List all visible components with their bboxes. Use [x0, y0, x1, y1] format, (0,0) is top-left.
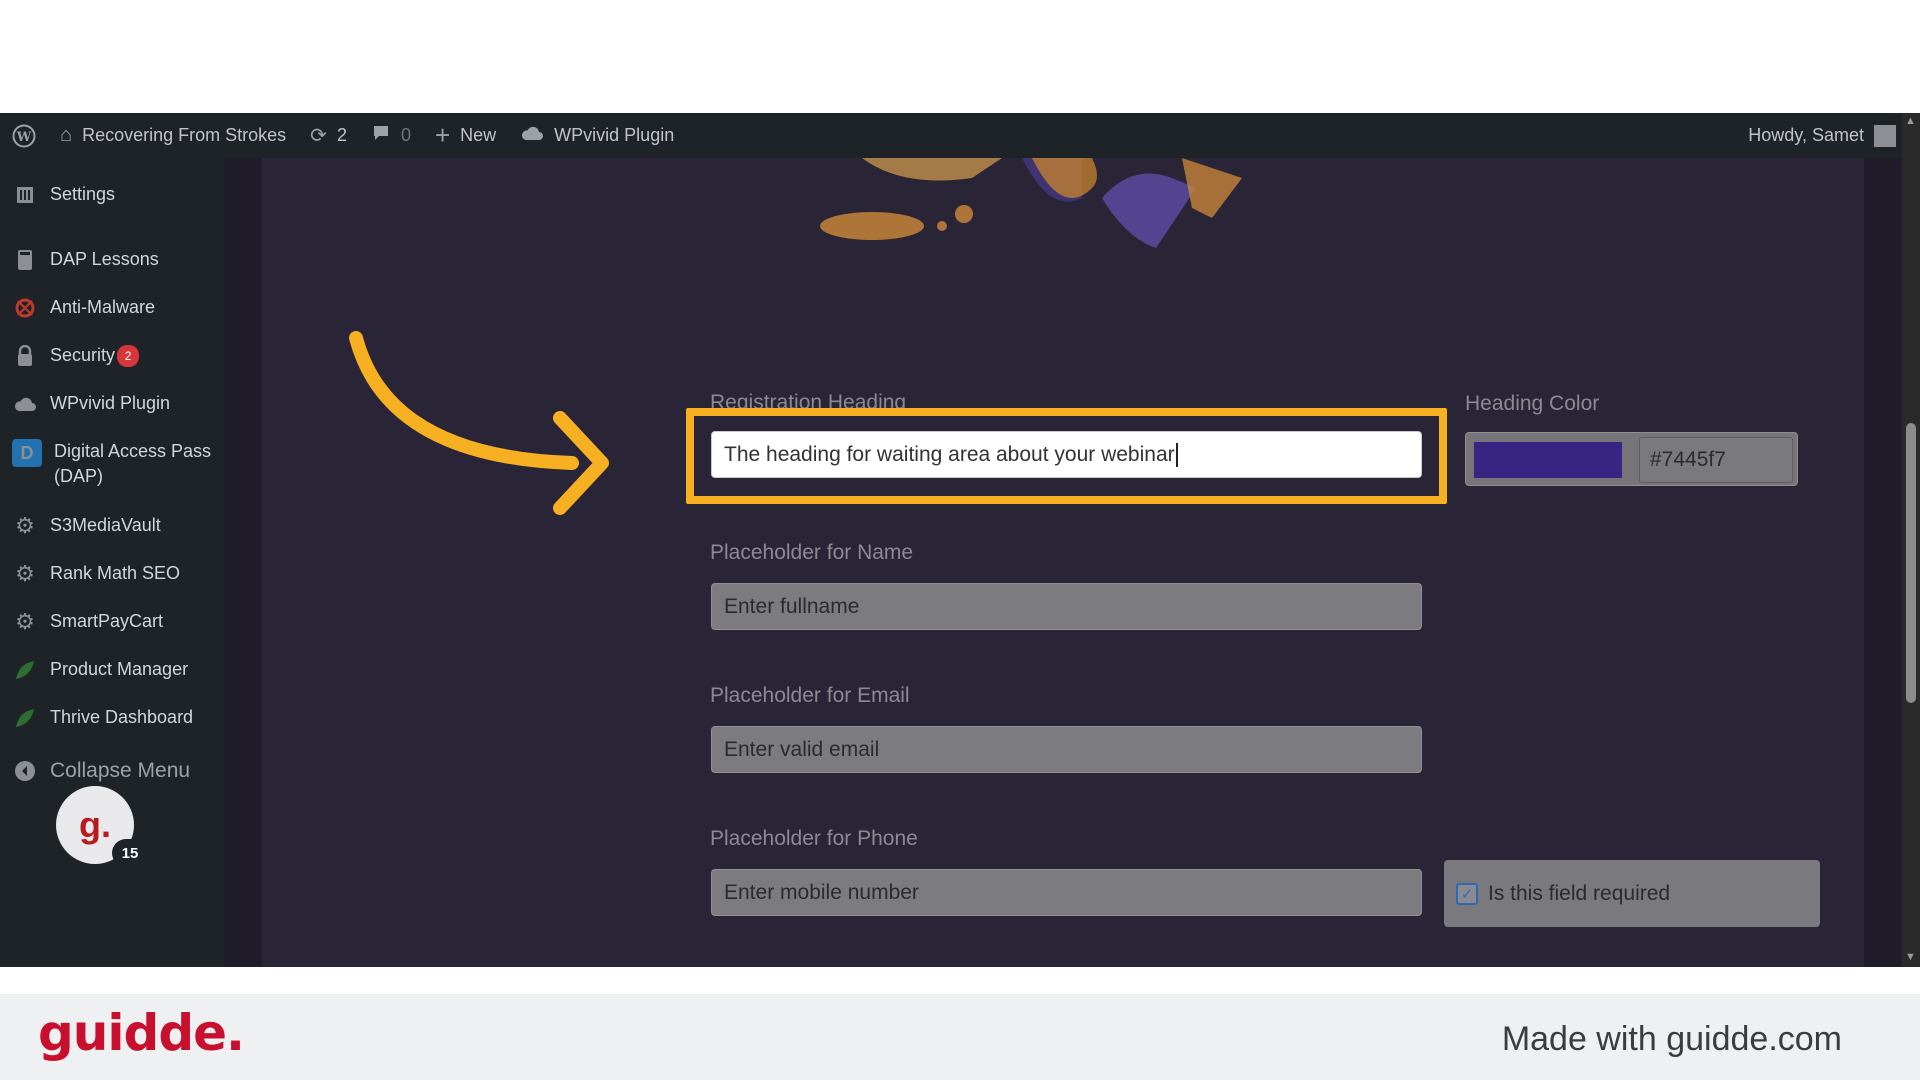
- comment-icon: [371, 123, 391, 149]
- site-name: Recovering From Strokes: [82, 125, 287, 145]
- required-checkbox-row[interactable]: ✓ Is this field required: [1444, 860, 1820, 927]
- guidde-count-badge: 15: [112, 839, 148, 867]
- color-hex-input[interactable]: #7445f7: [1639, 437, 1793, 483]
- sidebar-item-label: Anti-Malware: [50, 297, 156, 317]
- sidebar-item-label: DAP Lessons: [50, 249, 159, 269]
- highlight-box: [686, 408, 1447, 504]
- wp-admin-bar: W ⌂ Recovering From Strokes ⟳ 2 0 + New …: [0, 113, 1920, 158]
- placeholder-name-input[interactable]: Enter fullname: [711, 583, 1422, 630]
- sidebar-item-label: S3MediaVault: [50, 515, 161, 535]
- left-gutter: [224, 158, 262, 967]
- sidebar-item-rank-math[interactable]: ⚙ Rank Math SEO: [0, 561, 224, 586]
- placeholder-email-label: Placeholder for Email: [710, 684, 910, 707]
- comments-count: 0: [400, 125, 411, 145]
- comments-link[interactable]: 0: [371, 113, 411, 158]
- sidebar-item-wpvivid[interactable]: WPvivid Plugin: [0, 391, 224, 416]
- security-label: Security: [50, 345, 116, 365]
- dap-icon: D: [12, 439, 42, 467]
- illustration-image: [820, 158, 1242, 248]
- placeholder-phone-input[interactable]: Enter mobile number: [711, 869, 1422, 916]
- screen: W ⌂ Recovering From Strokes ⟳ 2 0 + New …: [0, 113, 1920, 967]
- scroll-down-icon[interactable]: ▼: [1905, 951, 1916, 963]
- home-icon: ⌂: [60, 124, 73, 146]
- dap-label-line2: (DAP): [54, 466, 103, 486]
- right-gutter: [1864, 158, 1902, 967]
- sidebar-item-smartpaycart[interactable]: ⚙ SmartPayCart: [0, 609, 224, 634]
- collapse-icon: [12, 758, 38, 783]
- howdy-text: Howdy, Samet: [1748, 125, 1864, 145]
- made-with-text: Made with guidde.com: [1501, 1020, 1842, 1058]
- sidebar-item-product-manager[interactable]: Product Manager: [0, 657, 224, 682]
- sidebar-item-label: Rank Math SEO: [50, 563, 181, 583]
- updates-link[interactable]: ⟳ 2: [310, 113, 347, 158]
- leaf-icon: [12, 705, 38, 730]
- dap-label-line1: Digital Access Pass: [54, 441, 212, 461]
- email-input-value: Enter valid email: [724, 737, 880, 761]
- heading-color-picker[interactable]: #7445f7: [1465, 432, 1798, 486]
- top-margin: [0, 0, 1920, 113]
- sidebar-cutoff: [0, 158, 224, 166]
- scroll-thumb[interactable]: [1906, 423, 1916, 703]
- wpvivid-link[interactable]: WPvivid Plugin: [520, 113, 674, 158]
- sidebar-item-thrive[interactable]: Thrive Dashboard: [0, 705, 224, 730]
- plus-icon: +: [434, 120, 451, 150]
- color-swatch[interactable]: [1474, 442, 1622, 478]
- site-name-link[interactable]: ⌂ Recovering From Strokes: [60, 113, 286, 158]
- leaf-icon: [12, 657, 38, 682]
- gear-icon: ⚙: [15, 513, 35, 538]
- settings-icon: [12, 182, 38, 207]
- updates-count: 2: [336, 125, 347, 145]
- required-label: Is this field required: [1488, 881, 1671, 905]
- user-avatar: [1874, 124, 1896, 147]
- book-icon: [12, 247, 38, 272]
- wordpress-logo-icon[interactable]: W: [0, 113, 48, 158]
- sidebar-item-anti-malware[interactable]: Anti-Malware: [0, 295, 224, 320]
- placeholder-name-label: Placeholder for Name: [710, 541, 914, 564]
- placeholder-email-input[interactable]: Enter valid email: [711, 726, 1422, 773]
- placeholder-phone-label: Placeholder for Phone: [710, 827, 918, 850]
- cloud-icon: [12, 391, 38, 416]
- gear-icon: ⚙: [15, 561, 35, 586]
- scrollbar[interactable]: ▲ ▼: [1902, 113, 1920, 967]
- required-checkbox[interactable]: ✓: [1456, 882, 1478, 905]
- phone-input-value: Enter mobile number: [724, 880, 919, 904]
- svg-text:W: W: [16, 130, 32, 145]
- footer-spacer: [0, 967, 1920, 994]
- guidde-avatar-letter: g.: [79, 804, 111, 845]
- collapse-menu-button[interactable]: Collapse Menu: [0, 758, 224, 783]
- new-label: New: [460, 125, 497, 145]
- sidebar-item-label: SmartPayCart: [50, 611, 164, 631]
- heading-color-label: Heading Color: [1465, 392, 1600, 415]
- sidebar-item-security[interactable]: Security 2: [0, 343, 224, 368]
- sidebar-item-label: Product Manager: [50, 659, 189, 679]
- my-account[interactable]: Howdy, Samet: [1748, 113, 1896, 158]
- malware-icon: [12, 295, 38, 320]
- scroll-up-icon[interactable]: ▲: [1905, 115, 1916, 127]
- sidebar-item-s3mediavault[interactable]: ⚙ S3MediaVault: [0, 513, 224, 538]
- sidebar-item-dap-lessons[interactable]: DAP Lessons: [0, 247, 224, 272]
- wpvivid-label: WPvivid Plugin: [554, 125, 675, 145]
- sidebar-item-label: Digital Access Pass (DAP): [54, 439, 211, 489]
- new-content-link[interactable]: + New: [435, 113, 496, 158]
- cloud-icon: [520, 124, 544, 148]
- collapse-label: Collapse Menu: [50, 759, 191, 782]
- updates-icon: ⟳: [310, 125, 327, 147]
- lock-icon: [12, 343, 38, 368]
- name-input-value: Enter fullname: [724, 594, 860, 618]
- main-content: [262, 158, 1864, 967]
- security-badge: 2: [117, 345, 140, 368]
- gear-icon: ⚙: [15, 609, 35, 634]
- arrow-pointer-icon: [349, 331, 609, 515]
- sidebar-item-dap[interactable]: D Digital Access Pass (DAP): [0, 439, 224, 489]
- sidebar-item-label: Settings: [50, 184, 116, 204]
- sidebar-item-label: WPvivid Plugin: [50, 393, 171, 413]
- guidde-logo: guidde.: [38, 1004, 245, 1062]
- sidebar-item-label: Security 2: [50, 343, 140, 368]
- sidebar-item-label: Thrive Dashboard: [50, 707, 194, 727]
- sidebar-item-settings[interactable]: Settings: [0, 182, 224, 207]
